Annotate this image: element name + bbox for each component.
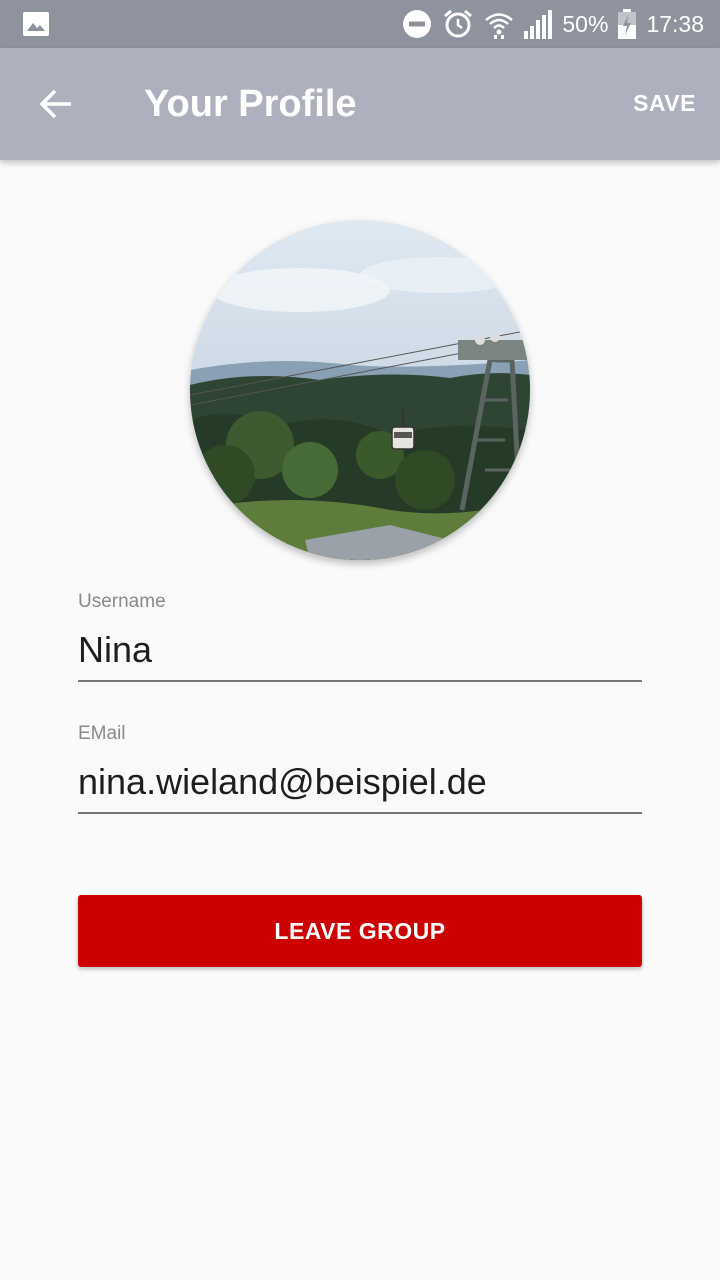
email-field-group: EMail nina.wieland@beispiel.de [78, 722, 642, 814]
signal-icon [524, 10, 553, 39]
do-not-disturb-icon [403, 10, 432, 38]
leave-group-button[interactable]: LEAVE GROUP [78, 895, 642, 967]
email-input[interactable]: nina.wieland@beispiel.de [78, 760, 642, 814]
username-field-group: Username Nina [78, 590, 642, 682]
alarm-icon [444, 9, 473, 38]
page-title: Your Profile [144, 83, 357, 125]
wifi-icon [485, 13, 514, 39]
back-button[interactable] [24, 72, 88, 136]
profile-avatar[interactable] [190, 220, 530, 560]
profile-photo [190, 220, 530, 560]
battery-icon [618, 9, 637, 39]
arrow-back-icon [39, 89, 71, 119]
save-button[interactable]: SAVE [633, 86, 696, 120]
app-bar: Your Profile SAVE [0, 48, 720, 160]
email-label: EMail [78, 723, 126, 744]
clock: 17:38 [646, 10, 704, 37]
status-bar: 50% 17:38 [0, 0, 720, 48]
username-label: Username [78, 591, 166, 612]
username-input[interactable]: Nina [78, 628, 642, 682]
battery-percent: 50% [562, 10, 609, 37]
image-icon [23, 12, 49, 36]
